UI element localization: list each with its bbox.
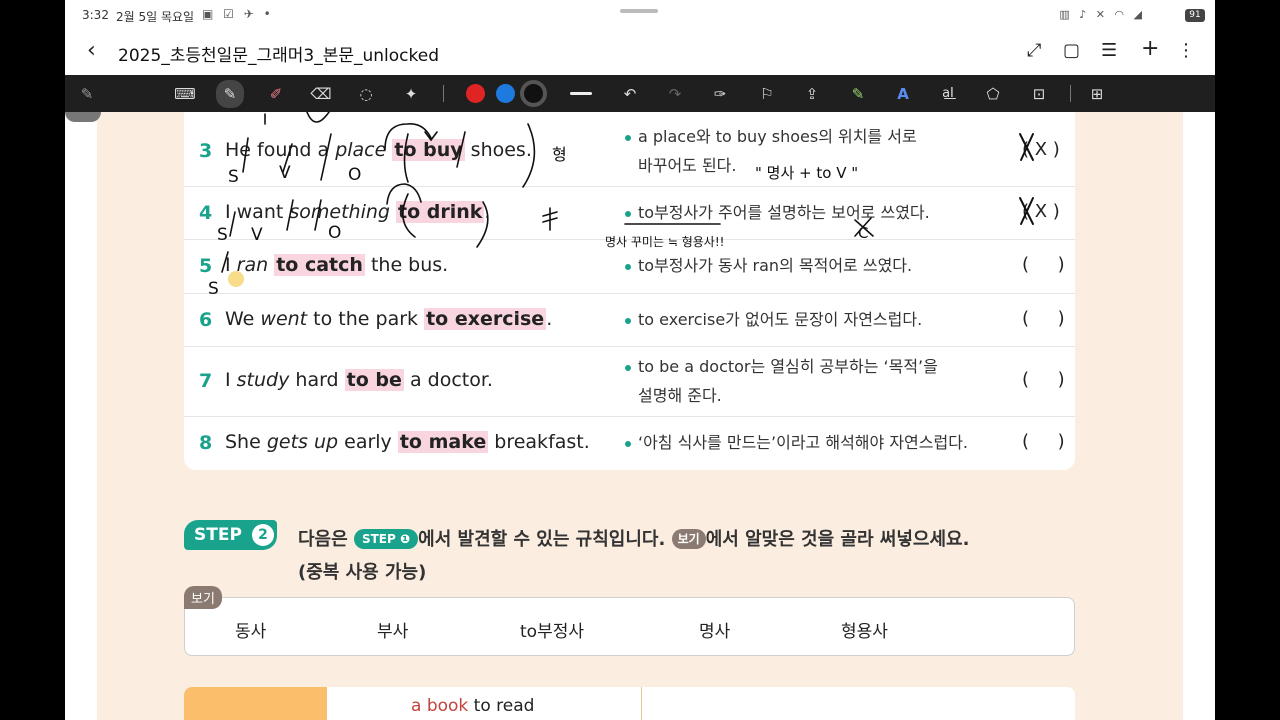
- text-style-icon[interactable]: A: [891, 82, 915, 106]
- answer-box[interactable]: ( ): [1022, 369, 1065, 390]
- magic-icon[interactable]: ✦: [399, 82, 423, 106]
- row-sentence: I study hard to be a doctor.: [225, 369, 493, 391]
- step2-badge: STEP 2: [184, 520, 277, 550]
- word-bank-item: 명사: [699, 622, 731, 642]
- table-row: 4 I want something to drink. to부정사가 주어를 …: [184, 187, 1075, 240]
- word-bank-item: 동사: [235, 622, 267, 642]
- word-bank-box: 동사 부사 to부정사 명사 형용사: [184, 597, 1075, 656]
- page-margin-right: [1183, 112, 1215, 720]
- answer-box[interactable]: ( ): [1022, 254, 1065, 275]
- row-number: 8: [199, 432, 213, 454]
- answer-box[interactable]: ( ): [1022, 308, 1065, 329]
- row-sentence: We went to the park to exercise.: [225, 308, 553, 330]
- example-divider: [641, 687, 642, 720]
- row-number: 5: [199, 255, 213, 277]
- system-icons: ▥ ♪ ✕ ◠ ◢: [1059, 8, 1145, 21]
- answer-box[interactable]: ( ): [1022, 431, 1065, 452]
- drawing-toolbar: ✎ ⌨ ✎ ✐ ⌫ ◌ ✦ ↶ ↷ ✑ ⚐ ⇪ ✎ A a͟I ⬠ ⊡ ⊞: [65, 75, 1215, 112]
- exercise-table: 3 He found a place to buy shoes. a place…: [184, 112, 1075, 470]
- table-row: 8 She gets up early to make breakfast. ‘…: [184, 417, 1075, 470]
- app-window: 3:32 2월 5일 목요일 ▣ ☑ ✈ • ▥ ♪ ✕ ◠ ◢ 91 ‹ 20…: [65, 0, 1215, 720]
- pen-cursor-bubble: [65, 112, 101, 122]
- shape-pen-icon[interactable]: ✑: [708, 82, 732, 106]
- status-bar: 3:32 2월 5일 목요일 ▣ ☑ ✈ • ▥ ♪ ✕ ◠ ◢ 91: [65, 0, 1215, 32]
- row-explanation: to부정사가 동사 ran의 목적어로 쓰였다.: [625, 251, 995, 280]
- status-date: 2월 5일 목요일: [116, 10, 195, 24]
- row-sentence: I want something to drink.: [225, 201, 491, 223]
- document-title: 2025_초등천일문_그래머3_본문_unlocked: [118, 46, 439, 66]
- book-view-icon[interactable]: ▢: [1063, 40, 1080, 61]
- stroke-width-icon[interactable]: [570, 92, 592, 95]
- row-explanation: to be a doctor는 열심히 공부하는 ‘목적’을 설명해 준다.: [625, 352, 995, 410]
- answer-box[interactable]: ( X ): [1022, 201, 1060, 222]
- row-sentence: I ran to catch the bus.: [225, 254, 449, 276]
- back-icon[interactable]: ‹: [87, 38, 96, 63]
- row-number: 6: [199, 309, 213, 331]
- grid-menu-icon[interactable]: ⊞: [1085, 82, 1109, 106]
- lock-icon[interactable]: ⊡: [1027, 82, 1051, 106]
- toolbar-divider: [1070, 85, 1071, 102]
- document-page[interactable]: 3 He found a place to buy shoes. a place…: [65, 112, 1215, 720]
- text-box-icon[interactable]: a͟I: [936, 82, 960, 106]
- row-number: 3: [199, 140, 213, 162]
- step2-instruction: 다음은 STEP ❶ 에서 발견할 수 있는 규칙입니다. 보기 에서 알맞은 것을…: [298, 529, 970, 583]
- table-row: 6 We went to the park to exercise. to ex…: [184, 294, 1075, 347]
- fill-icon[interactable]: ⬠: [981, 82, 1005, 106]
- shape-icon[interactable]: ⚐: [755, 82, 779, 106]
- add-icon[interactable]: +: [1141, 36, 1159, 61]
- eraser-icon[interactable]: ⌫: [309, 82, 333, 106]
- redo-icon[interactable]: ↷: [663, 82, 687, 106]
- battery-icon: 91: [1185, 9, 1205, 22]
- word-bank-item: 형용사: [841, 622, 888, 642]
- fullscreen-icon[interactable]: ⤢: [1027, 40, 1041, 61]
- blue-color-swatch[interactable]: [496, 84, 515, 103]
- undo-icon[interactable]: ↶: [618, 82, 642, 106]
- example-phrase: a book to read: [411, 696, 535, 716]
- row-number: 7: [199, 370, 213, 392]
- row-sentence: He found a place to buy shoes.: [225, 139, 532, 161]
- title-bar: ‹ 2025_초등천일문_그래머3_본문_unlocked ⤢ ▢ ☰ + ⋮: [65, 32, 1215, 75]
- example-label-area: [184, 687, 327, 720]
- row-number: 4: [199, 202, 213, 224]
- pen-tool-icon[interactable]: ✎: [216, 80, 244, 108]
- answer-box[interactable]: ( X ): [1022, 139, 1060, 160]
- row-explanation: a place와 to buy shoes의 위치를 서로 바꾸어도 된다.: [625, 122, 995, 180]
- page-margin-left: [65, 112, 97, 720]
- more-icon[interactable]: ⋮: [1177, 40, 1195, 61]
- table-row: 5 I ran to catch the bus. to부정사가 동사 ran의…: [184, 240, 1075, 294]
- word-bank-item: to부정사: [520, 622, 584, 642]
- keyboard-icon[interactable]: ⌨: [173, 82, 197, 106]
- row-explanation: ‘아침 식사를 만드는’이라고 해석해야 자연스럽다.: [625, 428, 995, 457]
- row-sentence: She gets up early to make breakfast.: [225, 431, 590, 453]
- word-bank-tag: 보기: [184, 586, 222, 609]
- notification-icons: ▣ ☑ ✈ •: [202, 7, 274, 21]
- status-time: 3:32: [82, 8, 109, 22]
- pen-icon[interactable]: ✎: [75, 82, 99, 106]
- text-edit-icon[interactable]: ⇪: [800, 82, 824, 106]
- word-bank-item: 부사: [377, 622, 409, 642]
- marker-icon[interactable]: ✎: [846, 82, 870, 106]
- lasso-icon[interactable]: ◌: [354, 82, 378, 106]
- row-explanation: to exercise가 없어도 문장이 자연스럽다.: [625, 305, 995, 334]
- table-row: 3 He found a place to buy shoes. a place…: [184, 112, 1075, 187]
- page-settings-icon[interactable]: ☰: [1101, 40, 1117, 61]
- example-card: a book to read: [184, 687, 1075, 720]
- black-color-swatch[interactable]: [524, 84, 543, 103]
- row-explanation: to부정사가 주어를 설명하는 보어로 쓰였다.: [625, 198, 995, 227]
- red-color-swatch[interactable]: [466, 84, 485, 103]
- toolbar-divider: [443, 85, 444, 102]
- drag-handle[interactable]: [620, 9, 658, 13]
- table-row: 7 I study hard to be a doctor. to be a d…: [184, 347, 1075, 417]
- highlighter-icon[interactable]: ✐: [264, 82, 288, 106]
